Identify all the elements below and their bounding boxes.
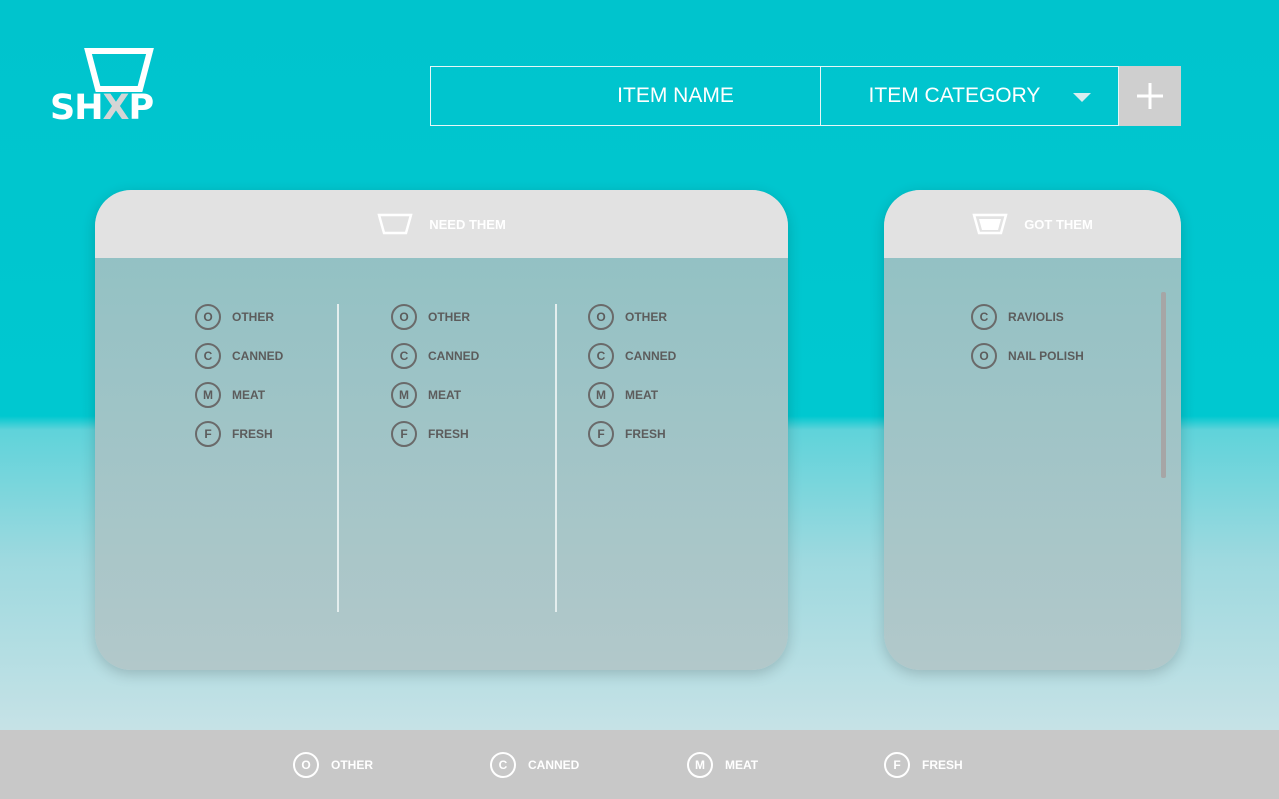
- item-category-label: ITEM CATEGORY: [868, 84, 1041, 107]
- list-item[interactable]: C CANNED: [588, 343, 676, 369]
- list-item[interactable]: O OTHER: [391, 304, 479, 330]
- category-badge: C: [195, 343, 221, 369]
- scrollbar[interactable]: [1161, 292, 1166, 478]
- category-badge: O: [293, 752, 319, 778]
- legend-item-meat[interactable]: M MEAT: [687, 752, 758, 778]
- item-label: MEAT: [232, 388, 266, 402]
- item-label: FRESH: [625, 427, 666, 441]
- legend-label: FRESH: [922, 758, 963, 772]
- category-badge: C: [490, 752, 516, 778]
- list-item[interactable]: F FRESH: [391, 421, 479, 447]
- category-badge: O: [195, 304, 221, 330]
- item-name-input[interactable]: ITEM NAME: [430, 66, 820, 126]
- item-label: NAIL POLISH: [1008, 349, 1084, 363]
- legend-item-other[interactable]: O OTHER: [293, 752, 373, 778]
- category-badge: O: [971, 343, 997, 369]
- legend-item-fresh[interactable]: F FRESH: [884, 752, 963, 778]
- item-label: RAVIOLIS: [1008, 310, 1064, 324]
- plus-icon: [1137, 83, 1163, 109]
- list-item[interactable]: O OTHER: [195, 304, 283, 330]
- got-them-panel: GOT THEM C RAVIOLIS O NAIL POLISH: [884, 190, 1181, 670]
- legend-item-canned[interactable]: C CANNED: [490, 752, 579, 778]
- need-them-title: NEED THEM: [429, 216, 506, 232]
- item-label: MEAT: [428, 388, 462, 402]
- category-badge: M: [687, 752, 713, 778]
- list-item[interactable]: O OTHER: [588, 304, 676, 330]
- legend-label: MEAT: [725, 758, 759, 772]
- need-column-2: O OTHER C CANNED M MEAT F FRESH: [391, 304, 479, 460]
- logo-text-suffix: P: [128, 88, 155, 128]
- category-badge: M: [391, 382, 417, 408]
- category-badge: F: [195, 421, 221, 447]
- basket-logo-icon: [84, 48, 154, 92]
- chevron-down-icon: [1073, 93, 1091, 102]
- list-item[interactable]: F FRESH: [588, 421, 676, 447]
- item-entry-bar: ITEM NAME ITEM CATEGORY: [430, 66, 1182, 126]
- item-label: FRESH: [232, 427, 273, 441]
- list-item[interactable]: M MEAT: [195, 382, 283, 408]
- item-label: CANNED: [232, 349, 284, 363]
- need-them-panel: NEED THEM O OTHER C CANNED M MEAT F FRESH OO…: [95, 190, 788, 670]
- item-label: CANNED: [428, 349, 480, 363]
- item-label: OTHER: [232, 310, 274, 324]
- category-badge: F: [884, 752, 910, 778]
- basket-filled-icon: [972, 213, 1008, 235]
- item-label: CANNED: [625, 349, 677, 363]
- category-badge: C: [391, 343, 417, 369]
- logo-wordmark: SHXP: [50, 88, 155, 128]
- category-badge: C: [971, 304, 997, 330]
- category-badge: O: [391, 304, 417, 330]
- need-them-header: NEED THEM: [95, 190, 788, 258]
- category-badge: M: [195, 382, 221, 408]
- item-label: FRESH: [428, 427, 469, 441]
- column-divider: [337, 304, 339, 612]
- item-label: MEAT: [625, 388, 659, 402]
- list-item[interactable]: M MEAT: [391, 382, 479, 408]
- need-column-3: O OTHER C CANNED M MEAT F FRESH: [588, 304, 676, 460]
- logo-text-x: X: [102, 88, 130, 128]
- list-item[interactable]: C RAVIOLIS: [971, 304, 1084, 330]
- legend-label: CANNED: [528, 758, 580, 772]
- list-item[interactable]: F FRESH: [195, 421, 283, 447]
- category-badge: C: [588, 343, 614, 369]
- app-logo: SHXP: [48, 48, 158, 130]
- list-item[interactable]: C CANNED: [391, 343, 479, 369]
- logo-text-prefix: SH: [50, 88, 103, 128]
- got-them-header: GOT THEM: [884, 190, 1181, 258]
- category-badge: F: [588, 421, 614, 447]
- column-divider: [555, 304, 557, 612]
- item-category-select[interactable]: ITEM CATEGORY: [820, 66, 1119, 126]
- category-badge: M: [588, 382, 614, 408]
- item-label: OTHER: [428, 310, 470, 324]
- list-item[interactable]: O NAIL POLISH: [971, 343, 1084, 369]
- got-list: C RAVIOLIS O NAIL POLISH: [971, 304, 1084, 382]
- legend-label: OTHER: [331, 758, 373, 772]
- add-item-button[interactable]: [1119, 66, 1181, 126]
- item-label: OTHER: [625, 310, 667, 324]
- list-item[interactable]: C CANNED: [195, 343, 283, 369]
- category-badge: O: [588, 304, 614, 330]
- category-legend: O OTHER C CANNED M MEAT F FRESH: [0, 730, 1279, 799]
- need-column-1: O OTHER C CANNED M MEAT F FRESH: [195, 304, 283, 460]
- list-item[interactable]: M MEAT: [588, 382, 676, 408]
- basket-outline-icon: [377, 213, 413, 235]
- category-badge: F: [391, 421, 417, 447]
- got-them-title: GOT THEM: [1024, 216, 1093, 232]
